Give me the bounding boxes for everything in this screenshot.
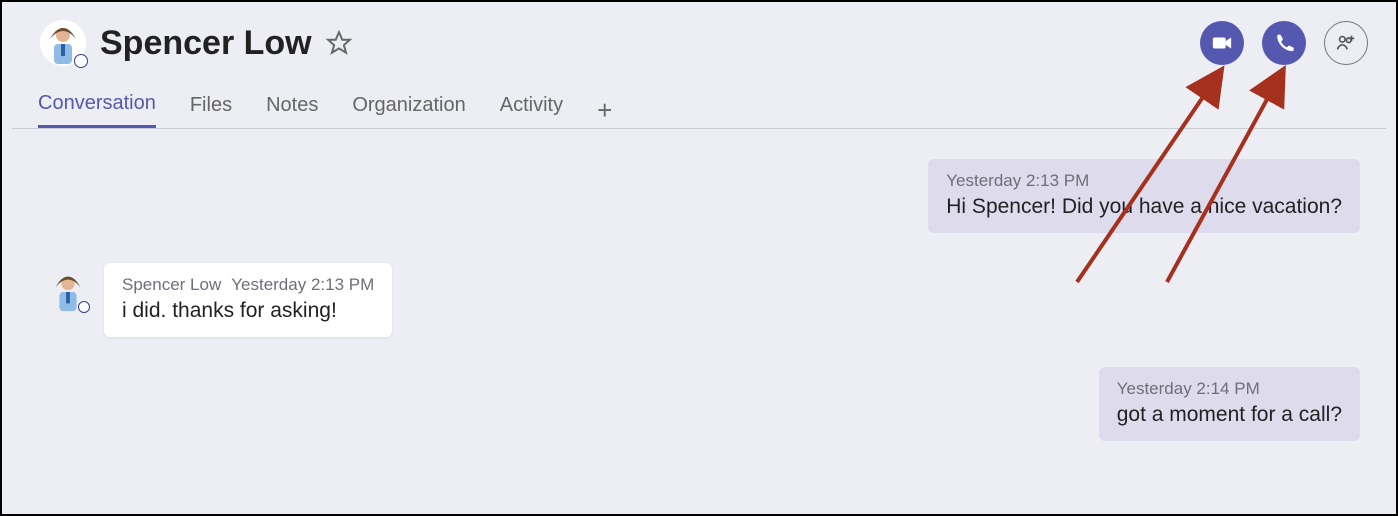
- message-meta: Spencer Low Yesterday 2:13 PM: [122, 275, 374, 295]
- audio-call-button[interactable]: [1262, 21, 1306, 65]
- sender-avatar[interactable]: [46, 269, 90, 313]
- presence-indicator: [78, 301, 90, 313]
- received-message-bubble[interactable]: Spencer Low Yesterday 2:13 PM i did. than…: [104, 263, 392, 337]
- message-body: Hi Spencer! Did you have a nice vacation…: [946, 195, 1342, 219]
- message-timestamp: Yesterday 2:14 PM: [1117, 379, 1342, 399]
- message-timestamp: Yesterday 2:13 PM: [231, 275, 374, 294]
- message-row: Spencer Low Yesterday 2:13 PM i did. than…: [46, 263, 1360, 337]
- video-call-button[interactable]: [1200, 21, 1244, 65]
- chat-header: Spencer Low: [2, 2, 1396, 66]
- header-actions: [1200, 21, 1368, 65]
- tab-bar: Conversation Files Notes Organization Ac…: [2, 66, 1396, 128]
- message-body: got a moment for a call?: [1117, 403, 1342, 427]
- add-people-button[interactable]: [1324, 21, 1368, 65]
- add-tab-button[interactable]: +: [597, 97, 612, 123]
- sent-message-bubble[interactable]: Yesterday 2:14 PM got a moment for a cal…: [1099, 367, 1360, 441]
- presence-indicator: [74, 54, 88, 68]
- message-sender: Spencer Low: [122, 275, 221, 294]
- tab-conversation[interactable]: Conversation: [38, 92, 156, 128]
- tab-notes[interactable]: Notes: [266, 94, 318, 127]
- tab-activity[interactable]: Activity: [500, 94, 563, 127]
- message-row: Yesterday 2:14 PM got a moment for a cal…: [46, 367, 1360, 441]
- message-body: i did. thanks for asking!: [122, 299, 374, 323]
- message-timestamp: Yesterday 2:13 PM: [946, 171, 1342, 191]
- sent-message-bubble[interactable]: Yesterday 2:13 PM Hi Spencer! Did you ha…: [928, 159, 1360, 233]
- chat-area: Yesterday 2:13 PM Hi Spencer! Did you ha…: [2, 129, 1396, 441]
- contact-avatar[interactable]: [40, 20, 86, 66]
- favorite-star-button[interactable]: [326, 30, 352, 56]
- contact-name: Spencer Low: [100, 24, 312, 63]
- tab-files[interactable]: Files: [190, 94, 232, 127]
- message-row: Yesterday 2:13 PM Hi Spencer! Did you ha…: [46, 159, 1360, 233]
- tab-organization[interactable]: Organization: [352, 94, 465, 127]
